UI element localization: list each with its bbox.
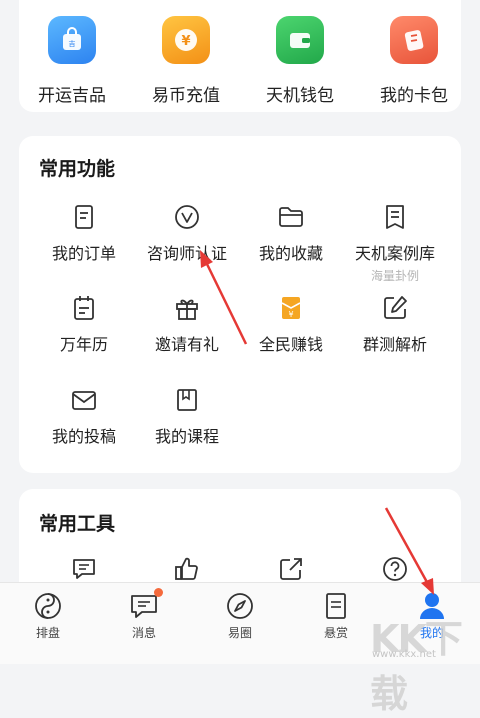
ticket-icon bbox=[390, 16, 438, 64]
section-title: 常用工具 bbox=[39, 513, 116, 535]
func-label: 咨询师认证 bbox=[146, 244, 227, 263]
earn-money-icon: ¥ bbox=[281, 297, 301, 319]
func-label: 我的课程 bbox=[154, 427, 219, 446]
help-icon bbox=[383, 557, 407, 581]
quick-item-card-pack[interactable]: 我的卡包 bbox=[359, 16, 469, 106]
calendar-icon bbox=[74, 296, 94, 320]
tool-like[interactable] bbox=[132, 555, 242, 583]
quick-actions-card: 吉 开运吉品 ¥ 易币充值 天机钱包 我的卡包 bbox=[19, 0, 461, 112]
func-sublabel: 海量卦例 bbox=[370, 269, 419, 283]
nav-label: 排盘 bbox=[35, 626, 60, 640]
func-label: 我的收藏 bbox=[258, 244, 323, 263]
func-my-courses[interactable]: 我的课程 bbox=[132, 386, 242, 447]
quick-item-wallet[interactable]: 天机钱包 bbox=[245, 16, 355, 106]
quick-label: 开运吉品 bbox=[38, 86, 106, 106]
func-earn-money[interactable]: ¥ 全民赚钱 bbox=[236, 294, 346, 355]
svg-text:¥: ¥ bbox=[288, 310, 293, 319]
quick-label: 我的卡包 bbox=[380, 86, 448, 106]
quick-label: 易币充值 bbox=[152, 86, 220, 106]
func-my-submissions[interactable]: 我的投稿 bbox=[29, 386, 139, 447]
func-label: 全民赚钱 bbox=[258, 335, 323, 354]
document-icon bbox=[326, 593, 346, 619]
yin-yang-icon bbox=[35, 593, 61, 619]
func-my-favorites[interactable]: 我的收藏 bbox=[236, 203, 346, 264]
func-label: 群测解析 bbox=[362, 335, 427, 354]
compass-icon bbox=[227, 593, 253, 619]
func-invite-gift[interactable]: 邀请有礼 bbox=[132, 294, 242, 355]
nav-label: 消息 bbox=[131, 626, 156, 640]
notification-badge bbox=[154, 588, 163, 597]
message-icon bbox=[129, 588, 163, 621]
folder-icon bbox=[279, 207, 303, 227]
message-icon bbox=[73, 559, 95, 579]
func-group-analysis[interactable]: 群测解析 bbox=[340, 294, 450, 355]
verify-icon bbox=[175, 205, 199, 229]
gift-icon bbox=[176, 299, 198, 320]
bag-icon: 吉 bbox=[48, 16, 96, 64]
share-icon bbox=[280, 558, 302, 580]
common-functions-card: 常用功能 我的订单 咨询师认证 我的收藏 天机案例库 海量卦例 万年历 邀请有礼… bbox=[19, 136, 461, 473]
mail-icon bbox=[72, 391, 96, 410]
nav-item-paipan[interactable]: 排盘 bbox=[0, 591, 96, 641]
svg-text:吉: 吉 bbox=[69, 40, 76, 48]
nav-item-circle[interactable]: 易圈 bbox=[192, 591, 288, 641]
func-label: 邀请有礼 bbox=[154, 335, 219, 354]
func-label: 天机案例库 bbox=[354, 244, 435, 263]
func-consultant-verify[interactable]: 咨询师认证 bbox=[132, 203, 242, 264]
yen-coin-icon: ¥ bbox=[162, 16, 210, 64]
thumbs-up-icon bbox=[175, 557, 198, 580]
tool-share[interactable] bbox=[236, 555, 346, 583]
func-label: 万年历 bbox=[59, 335, 108, 354]
svg-text:¥: ¥ bbox=[181, 34, 190, 49]
quick-item-recharge[interactable]: ¥ 易币充值 bbox=[131, 16, 241, 106]
edit-icon bbox=[384, 296, 407, 319]
func-my-orders[interactable]: 我的订单 bbox=[29, 203, 139, 264]
func-label: 我的订单 bbox=[51, 244, 116, 263]
nav-label: 易圈 bbox=[227, 626, 252, 640]
wallet-icon bbox=[276, 16, 324, 64]
quick-label: 天机钱包 bbox=[266, 86, 334, 106]
case-library-icon bbox=[386, 205, 404, 229]
quick-item-lucky-goods[interactable]: 吉 开运吉品 bbox=[17, 16, 127, 106]
course-icon bbox=[177, 389, 197, 411]
func-label: 我的投稿 bbox=[51, 427, 116, 446]
section-title: 常用功能 bbox=[39, 158, 116, 180]
func-case-library[interactable]: 天机案例库 海量卦例 bbox=[340, 203, 450, 284]
watermark-url: www.kkx.net bbox=[372, 649, 436, 660]
tool-help[interactable] bbox=[340, 555, 450, 583]
nav-item-messages[interactable]: 消息 bbox=[96, 588, 192, 641]
watermark-logo: KK下载 bbox=[370, 617, 463, 716]
tool-message[interactable] bbox=[29, 555, 139, 583]
order-icon bbox=[75, 205, 93, 229]
func-calendar[interactable]: 万年历 bbox=[29, 294, 139, 355]
